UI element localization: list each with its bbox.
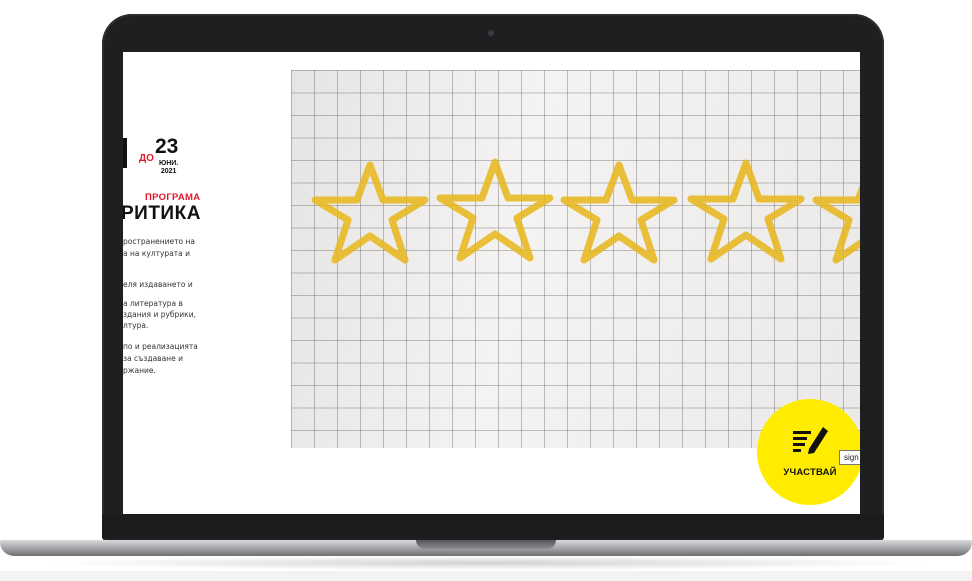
star-rating-drawing (311, 158, 860, 264)
edit-list-icon (793, 427, 828, 454)
description-line: ространението на (123, 237, 195, 246)
description-line: еля издаването и (123, 280, 193, 289)
star-icon (560, 161, 678, 264)
description-line: лтура. (123, 321, 149, 330)
laptop-chin (102, 514, 884, 538)
description-line: а на културата и (123, 249, 191, 258)
event-dates: ДО 23 ЮНИ. 2021 (123, 136, 243, 180)
description-line: за създаване и (123, 354, 183, 363)
browser-viewport: ДО 23 ЮНИ. 2021 ПРОГРАМА РИТИКА ростране… (123, 52, 860, 514)
star-icon (687, 159, 805, 263)
date-to-year: 2021 (160, 168, 177, 175)
description-line: по и реализацията (123, 342, 198, 351)
description-line: ржание. (123, 366, 156, 375)
tooltip: sign (839, 450, 860, 465)
date-from-digit (123, 138, 127, 168)
date-to-month-year: ЮНИ. 2021 (159, 160, 178, 176)
program-title: РИТИКА (123, 203, 201, 224)
star-icon (436, 158, 554, 262)
laptop-notch (416, 540, 556, 549)
star-icon (812, 184, 860, 264)
date-to-day: 23 (155, 135, 179, 158)
laptop-shadow (40, 556, 932, 570)
webcam-icon (488, 30, 494, 36)
program-label: ПРОГРАМА (145, 192, 201, 203)
floor (0, 571, 972, 581)
date-to-word: ДО (139, 153, 154, 164)
star-icon (311, 161, 429, 264)
date-to-month: ЮНИ. (159, 160, 179, 167)
participate-button-label: УЧАСТВАЙ (783, 467, 837, 478)
hero-image (291, 70, 860, 448)
